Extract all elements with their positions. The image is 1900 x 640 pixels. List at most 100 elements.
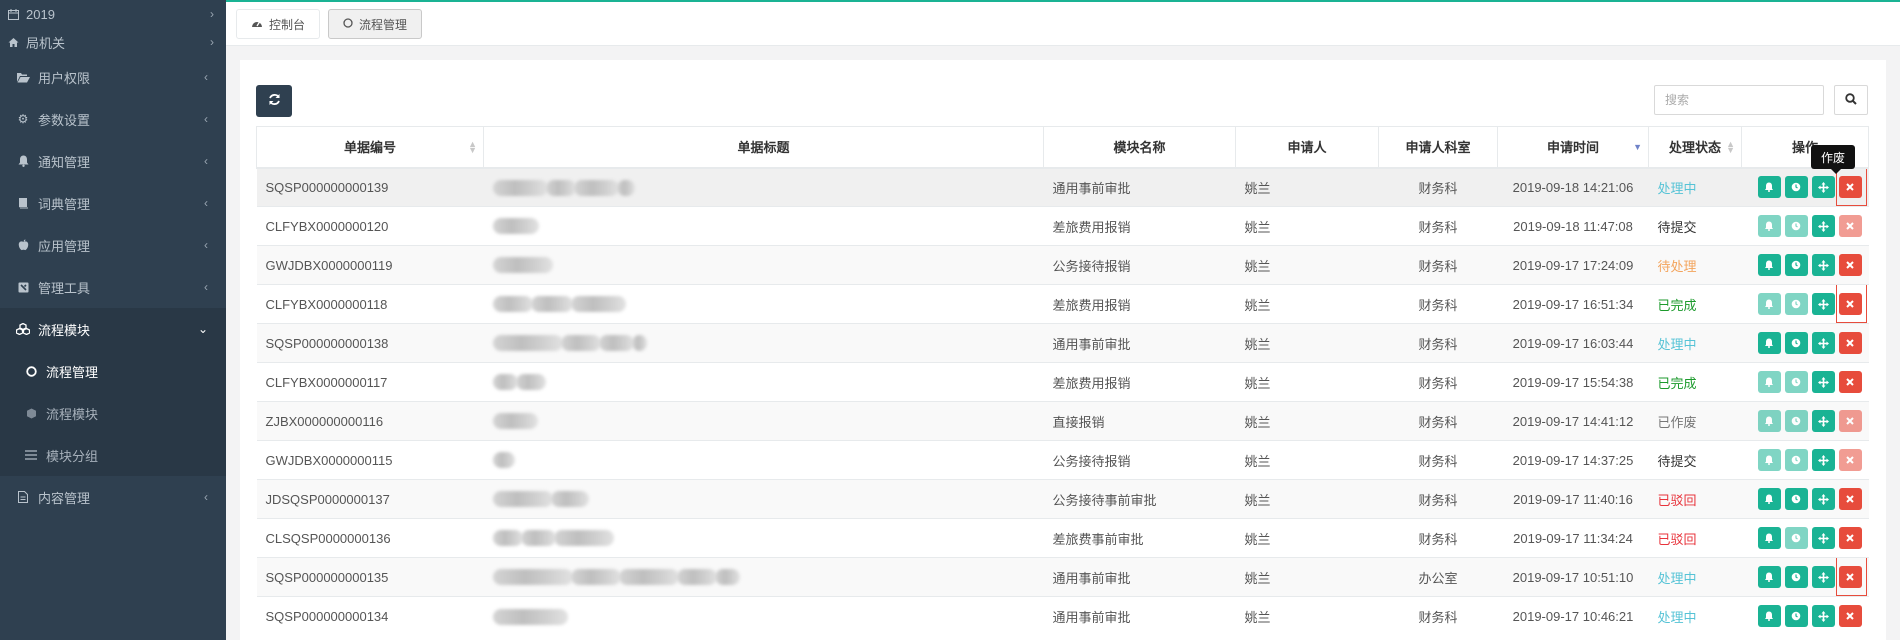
void-button[interactable]	[1838, 254, 1862, 276]
history-button[interactable]	[1784, 410, 1808, 432]
history-button[interactable]	[1784, 254, 1808, 276]
void-button[interactable]	[1838, 566, 1862, 588]
transfer-button[interactable]	[1811, 488, 1835, 510]
sidebar-item-applications[interactable]: 应用管理 ‹	[0, 224, 226, 266]
table-row[interactable]: SQSP000000000134 通用事前审批 姚兰 财务科 2019-09-1…	[256, 596, 1869, 636]
cell-module: 差旅费用报销	[1043, 284, 1236, 324]
notify-button[interactable]	[1757, 332, 1781, 354]
clock-icon	[1791, 338, 1801, 348]
gear-icon: ⚙	[17, 112, 29, 126]
sidebar-item-org[interactable]: 局机关 ›	[0, 28, 226, 56]
history-button[interactable]	[1784, 605, 1808, 628]
transfer-button[interactable]	[1811, 254, 1835, 276]
history-button[interactable]	[1784, 488, 1808, 510]
notify-button[interactable]	[1757, 449, 1781, 471]
transfer-button[interactable]	[1811, 176, 1835, 199]
tab-dashboard[interactable]: 控制台	[236, 9, 321, 39]
table-header-row: 单据编号 ▲ ▼ 单据标题 模块名称 申请人 申请人科室 申请时间 ▼ 处理状态 ▲ ▼ …	[256, 126, 1869, 169]
table-row[interactable]: SQSP000000000135 通用事前审批 姚兰 办公室 2019-09-1…	[256, 557, 1869, 597]
transfer-button[interactable]	[1811, 410, 1835, 432]
transfer-button[interactable]	[1811, 566, 1835, 588]
table-row[interactable]: GWJDBX0000000119 公务接待报销 姚兰 财务科 2019-09-1…	[256, 245, 1869, 285]
notify-button[interactable]	[1757, 605, 1781, 628]
table-row[interactable]: CLFYBX0000000117 差旅费用报销 姚兰 财务科 2019-09-1…	[256, 362, 1869, 402]
void-button[interactable]	[1838, 449, 1862, 471]
sidebar-item-label: 用户权限	[38, 70, 91, 86]
table-row[interactable]: JDSQSP0000000137 公务接待事前审批 姚兰 财务科 2019-09…	[256, 479, 1869, 519]
cell-dept: 财务科	[1378, 206, 1498, 246]
circle-icon	[343, 17, 353, 31]
notify-button[interactable]	[1757, 176, 1781, 199]
void-button[interactable]	[1838, 605, 1862, 628]
cell-status: 处理中	[1648, 557, 1742, 597]
void-button[interactable]	[1838, 371, 1862, 393]
tab-process-manage[interactable]: 流程管理	[328, 9, 423, 39]
notify-button[interactable]	[1757, 215, 1781, 237]
void-button[interactable]	[1838, 527, 1862, 549]
notify-button[interactable]	[1757, 527, 1781, 549]
cell-actions	[1741, 284, 1869, 324]
sidebar-item-tools[interactable]: 管理工具 ‹	[0, 266, 226, 308]
column-header-status[interactable]: 处理状态 ▲ ▼	[1648, 126, 1742, 169]
table-row[interactable]: GWJDBX0000000115 公务接待报销 姚兰 财务科 2019-09-1…	[256, 440, 1869, 480]
transfer-button[interactable]	[1811, 215, 1835, 237]
notify-button-wrap	[1757, 371, 1781, 393]
column-header-id[interactable]: 单据编号 ▲ ▼	[256, 126, 484, 169]
transfer-button[interactable]	[1811, 449, 1835, 471]
cell-id: CLSQSP0000000136	[256, 518, 484, 558]
transfer-button[interactable]	[1811, 293, 1835, 315]
void-button[interactable]	[1838, 176, 1862, 199]
sidebar-item-process-manage[interactable]: 流程管理	[0, 350, 226, 392]
history-button[interactable]	[1784, 527, 1808, 549]
transfer-button-wrap	[1811, 176, 1835, 199]
notify-button[interactable]	[1757, 254, 1781, 276]
column-header-time[interactable]: 申请时间 ▼	[1497, 126, 1649, 169]
process-table: 单据编号 ▲ ▼ 单据标题 模块名称 申请人 申请人科室 申请时间 ▼ 处理状态 ▲ ▼ …	[256, 126, 1869, 636]
notify-button[interactable]	[1757, 371, 1781, 393]
bell-icon	[1764, 299, 1774, 309]
transfer-button[interactable]	[1811, 527, 1835, 549]
notify-button[interactable]	[1757, 488, 1781, 510]
void-button[interactable]	[1838, 410, 1862, 432]
void-button[interactable]	[1838, 332, 1862, 354]
cell-applicant: 姚兰	[1235, 518, 1379, 558]
table-row[interactable]: CLSQSP0000000136 差旅费事前审批 姚兰 财务科 2019-09-…	[256, 518, 1869, 558]
void-button[interactable]	[1838, 215, 1862, 237]
apple-icon	[14, 239, 32, 251]
sidebar-item-year[interactable]: 2019 ›	[0, 0, 226, 28]
table-row[interactable]: SQSP000000000138 通用事前审批 姚兰 财务科 2019-09-1…	[256, 323, 1869, 363]
void-button[interactable]	[1838, 488, 1862, 510]
notify-button[interactable]	[1757, 293, 1781, 315]
table-row[interactable]: ZJBX000000000116 直接报销 姚兰 财务科 2019-09-17 …	[256, 401, 1869, 441]
sidebar-item-user-permissions[interactable]: 用户权限 ‹	[0, 56, 226, 98]
sidebar-item-process-module-sub[interactable]: 流程模块	[0, 392, 226, 434]
transfer-button[interactable]	[1811, 371, 1835, 393]
cell-module: 差旅费用报销	[1043, 362, 1236, 402]
search-input[interactable]	[1654, 85, 1824, 115]
table-row[interactable]: SQSP000000000139 通用事前审批 姚兰 财务科 2019-09-1…	[256, 167, 1869, 207]
void-button[interactable]	[1838, 293, 1862, 315]
refresh-button[interactable]	[256, 85, 292, 117]
sidebar-item-dictionary[interactable]: 词典管理 ‹	[0, 182, 226, 224]
transfer-button[interactable]	[1811, 332, 1835, 354]
cell-actions	[1741, 596, 1869, 636]
history-button[interactable]	[1784, 176, 1808, 199]
notify-button[interactable]	[1757, 566, 1781, 588]
history-button[interactable]	[1784, 293, 1808, 315]
history-button[interactable]	[1784, 332, 1808, 354]
history-button[interactable]	[1784, 215, 1808, 237]
history-button[interactable]	[1784, 566, 1808, 588]
transfer-button[interactable]	[1811, 605, 1835, 628]
sidebar-item-notifications[interactable]: 通知管理 ‹	[0, 140, 226, 182]
table-row[interactable]: CLFYBX0000000118 差旅费用报销 姚兰 财务科 2019-09-1…	[256, 284, 1869, 324]
history-button[interactable]	[1784, 371, 1808, 393]
search-button[interactable]	[1834, 85, 1868, 115]
sidebar-item-process-module[interactable]: 流程模块 ⌄	[0, 308, 226, 350]
sidebar-item-module-group[interactable]: 模块分组	[0, 434, 226, 476]
sidebar-item-content[interactable]: 内容管理 ‹	[0, 476, 226, 518]
cell-id: SQSP000000000139	[256, 167, 484, 207]
notify-button[interactable]	[1757, 410, 1781, 432]
sidebar-item-parameters[interactable]: ⚙ 参数设置 ‹	[0, 98, 226, 140]
history-button[interactable]	[1784, 449, 1808, 471]
table-row[interactable]: CLFYBX0000000120 差旅费用报销 姚兰 财务科 2019-09-1…	[256, 206, 1869, 246]
